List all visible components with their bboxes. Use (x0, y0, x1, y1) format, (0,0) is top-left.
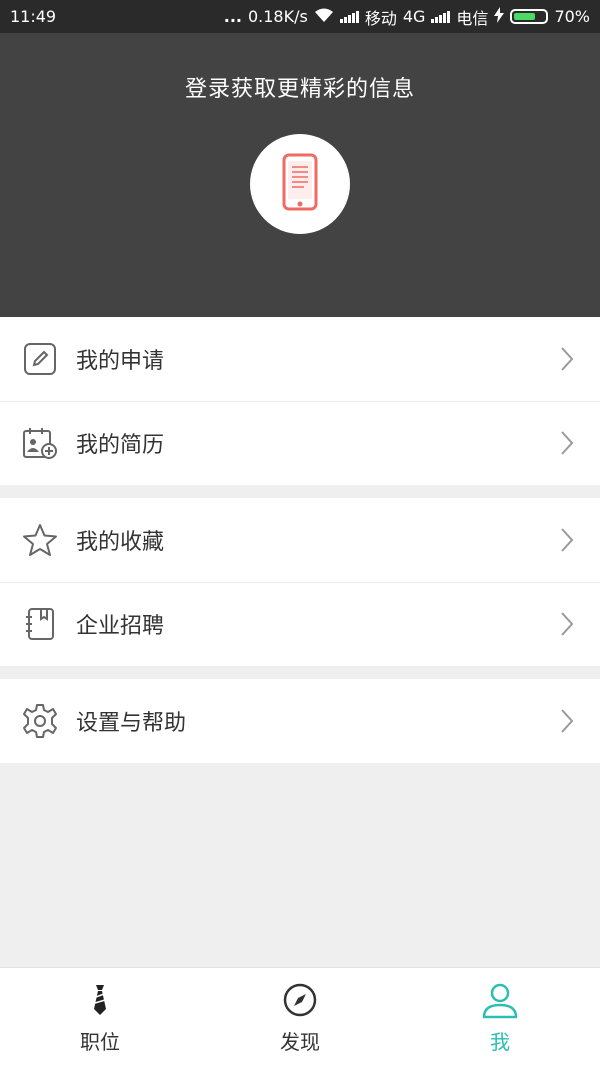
menu-label: 我的申请 (76, 349, 165, 374)
tab-label: 发现 (280, 1030, 320, 1054)
bottom-tab-bar: 职位 发现 我 (0, 967, 600, 1067)
tie-icon (89, 980, 111, 1020)
compass-icon (282, 980, 318, 1020)
menu-label: 我的简历 (76, 433, 165, 458)
menu-label: 企业招聘 (76, 614, 165, 639)
chevron-right-icon (560, 525, 580, 555)
menu-group-1: 我的申请 我的简历 (0, 317, 600, 485)
wifi-icon (314, 7, 334, 27)
network-speed: 0.18K/s (247, 7, 308, 26)
avatar[interactable] (250, 134, 350, 234)
recruit-icon (22, 606, 58, 642)
status-indicators: ... 0.18K/s 移动 4G 电信 70% (224, 5, 590, 29)
signal-icon-2 (431, 10, 451, 23)
gear-icon (22, 703, 58, 739)
menu-item-recruitment[interactable]: 企业招聘 (0, 582, 600, 666)
menu-group-3: 设置与帮助 (0, 679, 600, 763)
user-icon (481, 980, 519, 1020)
chevron-right-icon (560, 344, 580, 374)
menu-item-favorites[interactable]: 我的收藏 (0, 498, 600, 582)
chevron-right-icon (560, 609, 580, 639)
carrier-2: 电信 (456, 8, 489, 28)
status-dots: ... (223, 7, 242, 26)
chevron-right-icon (560, 428, 580, 458)
signal-icon (339, 10, 359, 23)
network-type: 4G (402, 7, 426, 26)
login-prompt[interactable]: 登录获取更精彩的信息 (0, 71, 600, 103)
menu-item-resume[interactable]: 我的简历 (0, 401, 600, 485)
edit-icon (22, 341, 58, 377)
tab-label: 职位 (80, 1030, 120, 1054)
phone-icon (282, 153, 318, 215)
tab-me[interactable]: 我 (400, 968, 600, 1067)
battery-icon (510, 9, 549, 24)
menu-label: 设置与帮助 (76, 711, 187, 736)
carrier-1: 移动 (364, 8, 397, 28)
resume-icon (22, 425, 58, 461)
tab-discover[interactable]: 发现 (200, 968, 400, 1067)
login-header[interactable]: 登录获取更精彩的信息 (0, 33, 600, 317)
menu-group-2: 我的收藏 企业招聘 (0, 498, 600, 666)
battery-percent: 70% (554, 7, 590, 26)
star-icon (22, 522, 58, 558)
status-bar: 11:49 ... 0.18K/s 移动 4G 电信 70% (0, 0, 600, 33)
tab-jobs[interactable]: 职位 (0, 968, 200, 1067)
chevron-right-icon (560, 706, 580, 736)
menu-item-settings[interactable]: 设置与帮助 (0, 679, 600, 763)
charging-icon (494, 6, 505, 27)
tab-label: 我 (490, 1030, 510, 1054)
status-time: 11:49 (10, 7, 57, 26)
menu-item-applications[interactable]: 我的申请 (0, 317, 600, 401)
menu-label: 我的收藏 (76, 530, 165, 555)
